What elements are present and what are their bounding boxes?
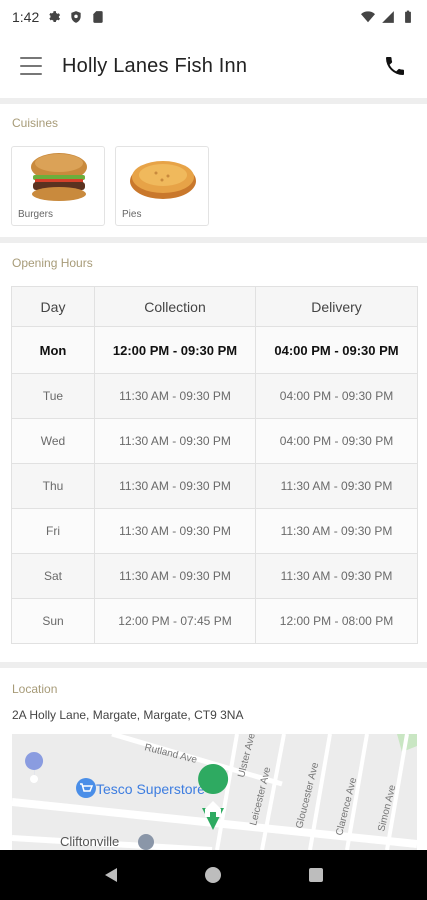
opening-hours-title: Opening Hours xyxy=(12,256,93,270)
table-row: Mon 12:00 PM - 09:30 PM 04:00 PM - 09:30… xyxy=(11,326,418,374)
day-cell: Fri xyxy=(11,508,95,554)
battery-icon xyxy=(405,10,411,23)
day-cell: Mon xyxy=(11,326,95,374)
delivery-cell: 04:00 PM - 09:30 PM xyxy=(255,373,418,419)
shield-icon xyxy=(71,11,81,23)
address-text: 2A Holly Lane, Margate, Margate, CT9 3NA xyxy=(12,708,244,722)
opening-hours-table: Day Collection Delivery Mon 12:00 PM - 0… xyxy=(11,286,418,644)
table-row: Thu 11:30 AM - 09:30 PM 11:30 AM - 09:30… xyxy=(11,463,418,509)
sd-card-icon xyxy=(93,11,103,23)
delivery-cell: 11:30 AM - 09:30 PM xyxy=(255,553,418,599)
collection-cell: 12:00 PM - 09:30 PM xyxy=(94,326,256,374)
pie-image xyxy=(130,161,196,199)
collection-cell: 11:30 AM - 09:30 PM xyxy=(94,463,256,509)
day-cell: Wed xyxy=(11,418,95,464)
signal-icon xyxy=(382,11,394,23)
table-row: Tue 11:30 AM - 09:30 PM 04:00 PM - 09:30… xyxy=(11,373,418,419)
cuisines-title: Cuisines xyxy=(12,116,59,130)
collection-cell: 11:30 AM - 09:30 PM xyxy=(94,373,256,419)
collection-cell: 12:00 PM - 07:45 PM xyxy=(94,598,256,644)
gear-icon xyxy=(49,11,61,23)
cuisine-card-burgers[interactable]: Burgers xyxy=(11,146,105,226)
table-row: Sat 11:30 AM - 09:30 PM 11:30 AM - 09:30… xyxy=(11,553,418,599)
map-place-label: Tesco Superstore xyxy=(96,781,205,797)
table-row: Wed 11:30 AM - 09:30 PM 04:00 PM - 09:30… xyxy=(11,418,418,464)
delivery-cell: 04:00 PM - 09:30 PM xyxy=(255,326,418,374)
day-cell: Tue xyxy=(11,373,95,419)
table-row: Sun 12:00 PM - 07:45 PM 12:00 PM - 08:00… xyxy=(11,598,418,644)
status-bar: 1:42 xyxy=(0,0,427,34)
divider xyxy=(0,237,427,243)
map-place-label: Cliftonville xyxy=(60,834,119,849)
delivery-cell: 11:30 AM - 09:30 PM xyxy=(255,463,418,509)
system-nav-bar xyxy=(0,850,427,900)
table-row: Fri 11:30 AM - 09:30 PM 11:30 AM - 09:30… xyxy=(11,508,418,554)
delivery-cell: 04:00 PM - 09:30 PM xyxy=(255,418,418,464)
phone-icon[interactable] xyxy=(383,54,407,78)
header-delivery: Delivery xyxy=(255,286,418,327)
shopping-cart-icon xyxy=(76,778,96,798)
location-map[interactable]: Rutland Ave Leicester Ave Gloucester Ave… xyxy=(12,734,417,850)
map-canvas: Rutland Ave Leicester Ave Gloucester Ave… xyxy=(12,734,417,850)
delivery-cell: 12:00 PM - 08:00 PM xyxy=(255,598,418,644)
burger-image xyxy=(31,153,87,201)
home-icon[interactable] xyxy=(204,866,222,884)
header-collection: Collection xyxy=(94,286,256,327)
cuisine-card-pies[interactable]: Pies xyxy=(115,146,209,226)
divider xyxy=(0,662,427,668)
day-cell: Thu xyxy=(11,463,95,509)
hamburger-menu-icon[interactable] xyxy=(20,57,42,75)
page-title: Holly Lanes Fish Inn xyxy=(62,54,248,77)
day-cell: Sun xyxy=(11,598,95,644)
collection-cell: 11:30 AM - 09:30 PM xyxy=(94,553,256,599)
divider xyxy=(0,98,427,104)
collection-cell: 11:30 AM - 09:30 PM xyxy=(94,418,256,464)
cuisine-label: Pies xyxy=(122,209,142,220)
header-day: Day xyxy=(11,286,95,327)
map-poi-marker xyxy=(138,834,154,850)
app-bar: Holly Lanes Fish Inn xyxy=(0,34,427,98)
table-header-row: Day Collection Delivery xyxy=(11,286,418,327)
recents-icon[interactable] xyxy=(307,866,325,884)
collection-cell: 11:30 AM - 09:30 PM xyxy=(94,508,256,554)
back-icon[interactable] xyxy=(102,866,120,884)
location-title: Location xyxy=(12,682,58,696)
delivery-cell: 11:30 AM - 09:30 PM xyxy=(255,508,418,554)
wifi-icon xyxy=(361,11,375,23)
status-time: 1:42 xyxy=(12,9,40,25)
day-cell: Sat xyxy=(11,553,95,599)
cuisine-label: Burgers xyxy=(18,209,54,220)
